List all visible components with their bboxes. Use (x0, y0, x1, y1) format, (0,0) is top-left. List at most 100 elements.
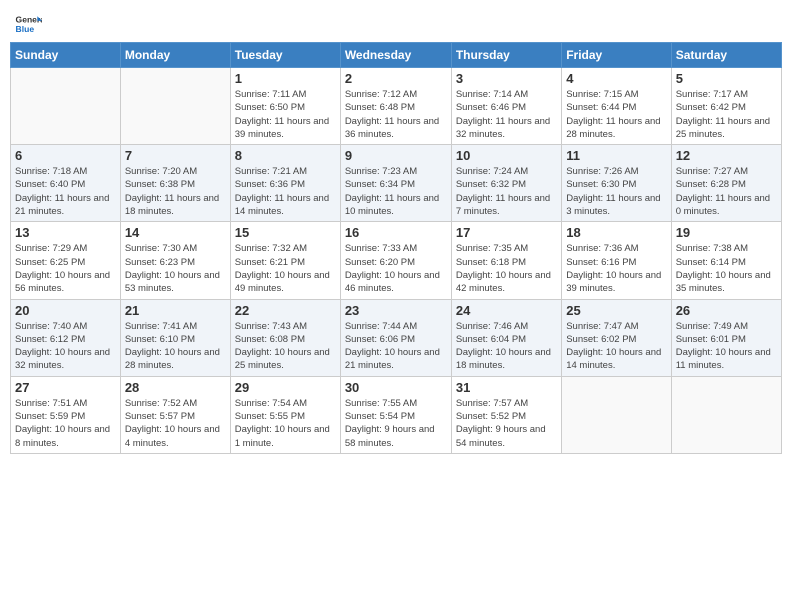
calendar-cell: 5 Sunrise: 7:17 AM Sunset: 6:42 PM Daylig… (671, 68, 781, 145)
calendar-cell: 14 Sunrise: 7:30 AM Sunset: 6:23 PM Dayli… (120, 222, 230, 299)
week-row-1: 1 Sunrise: 7:11 AM Sunset: 6:50 PM Daylig… (11, 68, 782, 145)
calendar-cell: 7Sunrise: 7:20 AM Sunset: 6:38 PM Daylig… (120, 145, 230, 222)
day-number: 28 (125, 380, 226, 395)
calendar-cell: 8 Sunrise: 7:21 AM Sunset: 6:36 PM Daylig… (230, 145, 340, 222)
calendar-cell: 16Sunrise: 7:33 AM Sunset: 6:20 PM Dayli… (340, 222, 451, 299)
calendar-cell: 27Sunrise: 7:51 AM Sunset: 5:59 PM Dayli… (11, 376, 121, 453)
calendar-cell: 31 Sunrise: 7:57 AM Sunset: 5:52 PM Dayli… (451, 376, 561, 453)
calendar-cell: 28 Sunrise: 7:52 AM Sunset: 5:57 PM Dayli… (120, 376, 230, 453)
weekday-header-saturday: Saturday (671, 43, 781, 68)
day-number: 2 (345, 71, 447, 86)
day-info: Sunrise: 7:20 AM Sunset: 6:38 PM Dayligh… (125, 165, 226, 218)
day-info: Sunrise: 7:36 AM Sunset: 6:16 PM Dayligh… (566, 242, 666, 295)
logo-icon: General Blue (14, 10, 42, 38)
day-info: Sunrise: 7:26 AM Sunset: 6:30 PM Dayligh… (566, 165, 666, 218)
calendar-cell: 20 Sunrise: 7:40 AM Sunset: 6:12 PM Dayli… (11, 299, 121, 376)
day-info: Sunrise: 7:46 AM Sunset: 6:04 PM Dayligh… (456, 320, 557, 373)
logo: General Blue (14, 10, 42, 38)
calendar-cell: 13 Sunrise: 7:29 AM Sunset: 6:25 PM Dayli… (11, 222, 121, 299)
day-number: 19 (676, 225, 777, 240)
day-info: Sunrise: 7:55 AM Sunset: 5:54 PM Dayligh… (345, 397, 447, 450)
weekday-header-thursday: Thursday (451, 43, 561, 68)
day-number: 23 (345, 303, 447, 318)
svg-text:Blue: Blue (16, 24, 35, 34)
day-info: Sunrise: 7:30 AM Sunset: 6:23 PM Dayligh… (125, 242, 226, 295)
day-info: Sunrise: 7:32 AM Sunset: 6:21 PM Dayligh… (235, 242, 336, 295)
weekday-header-monday: Monday (120, 43, 230, 68)
day-number: 25 (566, 303, 666, 318)
week-row-2: 6 Sunrise: 7:18 AM Sunset: 6:40 PM Daylig… (11, 145, 782, 222)
calendar-cell: 11Sunrise: 7:26 AM Sunset: 6:30 PM Dayli… (562, 145, 671, 222)
day-info: Sunrise: 7:52 AM Sunset: 5:57 PM Dayligh… (125, 397, 226, 450)
day-info: Sunrise: 7:44 AM Sunset: 6:06 PM Dayligh… (345, 320, 447, 373)
calendar-cell: 18 Sunrise: 7:36 AM Sunset: 6:16 PM Dayli… (562, 222, 671, 299)
day-info: Sunrise: 7:35 AM Sunset: 6:18 PM Dayligh… (456, 242, 557, 295)
calendar-cell: 3Sunrise: 7:14 AM Sunset: 6:46 PM Daylig… (451, 68, 561, 145)
calendar-cell: 22Sunrise: 7:43 AM Sunset: 6:08 PM Dayli… (230, 299, 340, 376)
calendar-cell: 26 Sunrise: 7:49 AM Sunset: 6:01 PM Dayli… (671, 299, 781, 376)
day-number: 10 (456, 148, 557, 163)
calendar-cell: 30 Sunrise: 7:55 AM Sunset: 5:54 PM Dayli… (340, 376, 451, 453)
calendar-cell: 25 Sunrise: 7:47 AM Sunset: 6:02 PM Dayli… (562, 299, 671, 376)
calendar-table: SundayMondayTuesdayWednesdayThursdayFrid… (10, 42, 782, 454)
calendar-cell: 12Sunrise: 7:27 AM Sunset: 6:28 PM Dayli… (671, 145, 781, 222)
day-number: 18 (566, 225, 666, 240)
calendar-cell: 19 Sunrise: 7:38 AM Sunset: 6:14 PM Dayli… (671, 222, 781, 299)
weekday-header-friday: Friday (562, 43, 671, 68)
day-info: Sunrise: 7:18 AM Sunset: 6:40 PM Dayligh… (15, 165, 116, 218)
day-number: 15 (235, 225, 336, 240)
day-info: Sunrise: 7:33 AM Sunset: 6:20 PM Dayligh… (345, 242, 447, 295)
week-row-3: 13 Sunrise: 7:29 AM Sunset: 6:25 PM Dayli… (11, 222, 782, 299)
calendar-cell (120, 68, 230, 145)
day-number: 5 (676, 71, 777, 86)
calendar-cell (671, 376, 781, 453)
weekday-header-wednesday: Wednesday (340, 43, 451, 68)
calendar-cell: 6 Sunrise: 7:18 AM Sunset: 6:40 PM Daylig… (11, 145, 121, 222)
page-header: General Blue (10, 10, 782, 38)
day-number: 24 (456, 303, 557, 318)
calendar-cell: 15 Sunrise: 7:32 AM Sunset: 6:21 PM Dayli… (230, 222, 340, 299)
day-number: 1 (235, 71, 336, 86)
day-info: Sunrise: 7:17 AM Sunset: 6:42 PM Dayligh… (676, 88, 777, 141)
day-info: Sunrise: 7:23 AM Sunset: 6:34 PM Dayligh… (345, 165, 447, 218)
day-info: Sunrise: 7:11 AM Sunset: 6:50 PM Dayligh… (235, 88, 336, 141)
day-number: 9 (345, 148, 447, 163)
day-number: 31 (456, 380, 557, 395)
day-number: 17 (456, 225, 557, 240)
day-info: Sunrise: 7:15 AM Sunset: 6:44 PM Dayligh… (566, 88, 666, 141)
day-info: Sunrise: 7:29 AM Sunset: 6:25 PM Dayligh… (15, 242, 116, 295)
week-row-5: 27Sunrise: 7:51 AM Sunset: 5:59 PM Dayli… (11, 376, 782, 453)
calendar-cell (562, 376, 671, 453)
day-number: 27 (15, 380, 116, 395)
day-number: 22 (235, 303, 336, 318)
day-number: 6 (15, 148, 116, 163)
day-number: 14 (125, 225, 226, 240)
day-number: 26 (676, 303, 777, 318)
day-number: 13 (15, 225, 116, 240)
day-info: Sunrise: 7:49 AM Sunset: 6:01 PM Dayligh… (676, 320, 777, 373)
day-info: Sunrise: 7:40 AM Sunset: 6:12 PM Dayligh… (15, 320, 116, 373)
day-info: Sunrise: 7:21 AM Sunset: 6:36 PM Dayligh… (235, 165, 336, 218)
calendar-cell: 29Sunrise: 7:54 AM Sunset: 5:55 PM Dayli… (230, 376, 340, 453)
weekday-header-sunday: Sunday (11, 43, 121, 68)
day-number: 30 (345, 380, 447, 395)
day-info: Sunrise: 7:38 AM Sunset: 6:14 PM Dayligh… (676, 242, 777, 295)
day-info: Sunrise: 7:12 AM Sunset: 6:48 PM Dayligh… (345, 88, 447, 141)
calendar-cell: 24 Sunrise: 7:46 AM Sunset: 6:04 PM Dayli… (451, 299, 561, 376)
day-info: Sunrise: 7:24 AM Sunset: 6:32 PM Dayligh… (456, 165, 557, 218)
day-number: 21 (125, 303, 226, 318)
day-info: Sunrise: 7:14 AM Sunset: 6:46 PM Dayligh… (456, 88, 557, 141)
day-number: 8 (235, 148, 336, 163)
day-number: 12 (676, 148, 777, 163)
calendar-cell: 21Sunrise: 7:41 AM Sunset: 6:10 PM Dayli… (120, 299, 230, 376)
day-info: Sunrise: 7:57 AM Sunset: 5:52 PM Dayligh… (456, 397, 557, 450)
calendar-cell: 17 Sunrise: 7:35 AM Sunset: 6:18 PM Dayli… (451, 222, 561, 299)
calendar-cell: 10 Sunrise: 7:24 AM Sunset: 6:32 PM Dayli… (451, 145, 561, 222)
day-number: 4 (566, 71, 666, 86)
day-number: 20 (15, 303, 116, 318)
weekday-header-row: SundayMondayTuesdayWednesdayThursdayFrid… (11, 43, 782, 68)
calendar-cell: 1 Sunrise: 7:11 AM Sunset: 6:50 PM Daylig… (230, 68, 340, 145)
day-info: Sunrise: 7:47 AM Sunset: 6:02 PM Dayligh… (566, 320, 666, 373)
calendar-cell: 4 Sunrise: 7:15 AM Sunset: 6:44 PM Daylig… (562, 68, 671, 145)
calendar-cell: 23 Sunrise: 7:44 AM Sunset: 6:06 PM Dayli… (340, 299, 451, 376)
